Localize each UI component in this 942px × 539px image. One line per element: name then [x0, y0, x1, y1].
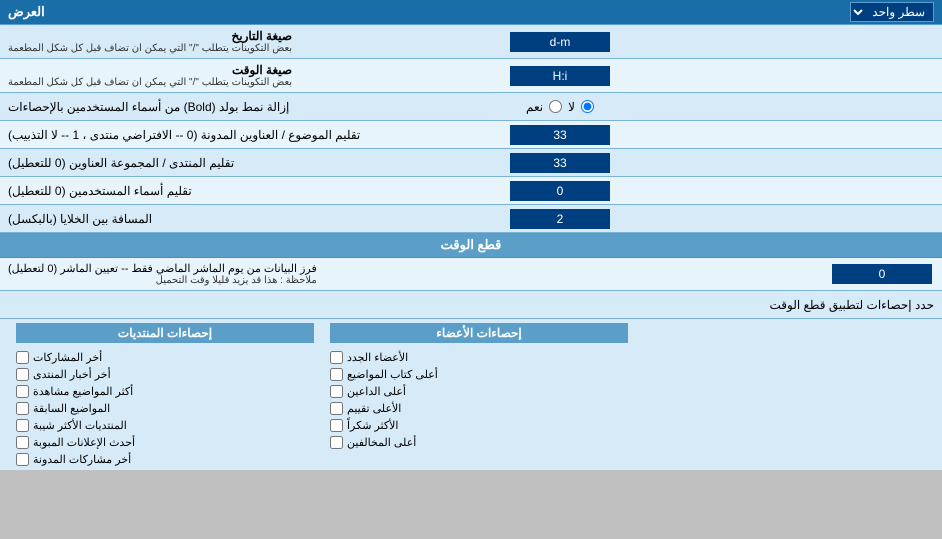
checkbox-latest-posts[interactable] [16, 351, 29, 364]
label-latest-classifieds: أحدث الإعلانات المبوبة [33, 436, 135, 449]
cut-time-input-cell [822, 258, 942, 290]
checkbox-item-0-3: المواضيع السابقة [16, 402, 314, 415]
checkbox-most-popular-forums[interactable] [16, 419, 29, 432]
checkbox-new-members[interactable] [330, 351, 343, 364]
label-top-topic-writers: أعلى كتاب المواضيع [347, 368, 438, 381]
header-title: العرض [8, 4, 45, 20]
label-prev-topics: المواضيع السابقة [33, 402, 110, 415]
checkbox-item-1-3: الأعلى تقييم [330, 402, 628, 415]
cut-time-label: فرز البيانات من يوم الماشر الماضي فقط --… [0, 258, 822, 290]
bold-remove-row: إزالة نمط بولد (Bold) من أسماء المستخدمي… [0, 93, 942, 121]
checkbox-item-0-6: أخر مشاركات المدونة [16, 453, 314, 466]
label-latest-blog-posts: أخر مشاركات المدونة [33, 453, 131, 466]
forum-title-trim-input[interactable] [510, 153, 610, 173]
checkbox-item-0-2: أكثر المواضيع مشاهدة [16, 385, 314, 398]
checkbox-top-inviters[interactable] [330, 385, 343, 398]
date-format-input[interactable] [510, 32, 610, 52]
checkbox-item-1-1: أعلى كتاب المواضيع [330, 368, 628, 381]
time-format-label: صيغة الوقت بعض التكوينات يتطلب "/" التي … [0, 59, 500, 92]
topic-title-trim-input-cell [500, 121, 620, 148]
header-row: العرض سطر واحدسطرينثلاثة أسطر [0, 0, 942, 25]
cell-spacing-input-cell [500, 205, 620, 232]
time-format-row: صيغة الوقت بعض التكوينات يتطلب "/" التي … [0, 59, 942, 93]
forum-title-trim-input-cell [500, 149, 620, 176]
date-format-input-cell [500, 25, 620, 58]
checkbox-most-thanked[interactable] [330, 419, 343, 432]
label-most-viewed: أكثر المواضيع مشاهدة [33, 385, 133, 398]
cut-time-input[interactable] [832, 264, 932, 284]
label-latest-news: أخر أخبار المنتدى [33, 368, 111, 381]
display-style-select[interactable]: سطر واحدسطرينثلاثة أسطر [850, 2, 934, 22]
checkbox-item-1-2: أعلى الداعين [330, 385, 628, 398]
checkbox-latest-news[interactable] [16, 368, 29, 381]
label-top-inviters: أعلى الداعين [347, 385, 406, 398]
checkbox-item-0-4: المنتديات الأكثر شيبة [16, 419, 314, 432]
username-trim-input-cell [500, 177, 620, 204]
label-most-popular-forums: المنتديات الأكثر شيبة [33, 419, 127, 432]
checkbox-latest-blog-posts[interactable] [16, 453, 29, 466]
bold-remove-input-cell: لا نعم [500, 93, 620, 120]
member-stats-col: إحصاءات الأعضاء الأعضاء الجدد أعلى كتاب … [322, 323, 636, 466]
time-format-input-cell [500, 59, 620, 92]
cell-spacing-input[interactable] [510, 209, 610, 229]
define-stats-label: حدد إحصاءات لتطبيق قطع الوقت [8, 298, 934, 312]
topic-title-trim-label: تقليم الموضوع / العناوين المدونة (0 -- ا… [0, 121, 500, 148]
cut-time-row: فرز البيانات من يوم الماشر الماضي فقط --… [0, 258, 942, 291]
define-stats-row: حدد إحصاءات لتطبيق قطع الوقت [0, 291, 942, 319]
bold-radio-yes[interactable] [549, 100, 562, 113]
define-stats-spacer [636, 323, 934, 466]
checkbox-item-1-4: الأكثر شكراً [330, 419, 628, 432]
username-trim-input[interactable] [510, 181, 610, 201]
main-container: العرض سطر واحدسطرينثلاثة أسطر صيغة التار… [0, 0, 942, 470]
label-most-thanked: الأكثر شكراً [347, 419, 398, 432]
bold-remove-label: إزالة نمط بولد (Bold) من أسماء المستخدمي… [0, 93, 500, 120]
forum-stats-header: إحصاءات المنتديات [16, 323, 314, 343]
checkbox-item-1-0: الأعضاء الجدد [330, 351, 628, 364]
checkbox-top-topic-writers[interactable] [330, 368, 343, 381]
username-trim-label: تقليم أسماء المستخدمين (0 للتعطيل) [0, 177, 500, 204]
cell-spacing-row: المسافة بين الخلايا (بالبكسل) [0, 205, 942, 233]
label-new-members: الأعضاء الجدد [347, 351, 408, 364]
member-stats-header: إحصاءات الأعضاء [330, 323, 628, 343]
topic-title-trim-input[interactable] [510, 125, 610, 145]
checkbox-item-0-0: أخر المشاركات [16, 351, 314, 364]
label-top-violators: أعلى المخالفين [347, 436, 416, 449]
forum-title-trim-label: تقليم المنتدى / المجموعة العناوين (0 للت… [0, 149, 500, 176]
cut-time-section-header: قطع الوقت [0, 233, 942, 258]
checkbox-item-0-1: أخر أخبار المنتدى [16, 368, 314, 381]
forum-stats-col: إحصاءات المنتديات أخر المشاركات أخر أخبا… [8, 323, 322, 466]
bold-radio-group: لا نعم [522, 98, 598, 116]
topic-title-trim-row: تقليم الموضوع / العناوين المدونة (0 -- ا… [0, 121, 942, 149]
checkbox-grid: إحصاءات المنتديات أخر المشاركات أخر أخبا… [0, 319, 942, 470]
checkbox-prev-topics[interactable] [16, 402, 29, 415]
bold-radio-yes-label: نعم [526, 100, 543, 114]
bold-radio-no[interactable] [581, 100, 594, 113]
label-latest-posts: أخر المشاركات [33, 351, 102, 364]
label-top-rated: الأعلى تقييم [347, 402, 401, 415]
time-format-input[interactable] [510, 66, 610, 86]
forum-title-trim-row: تقليم المنتدى / المجموعة العناوين (0 للت… [0, 149, 942, 177]
checkbox-top-violators[interactable] [330, 436, 343, 449]
username-trim-row: تقليم أسماء المستخدمين (0 للتعطيل) [0, 177, 942, 205]
checkbox-item-1-5: أعلى المخالفين [330, 436, 628, 449]
date-format-label: صيغة التاريخ بعض التكوينات يتطلب "/" الت… [0, 25, 500, 58]
checkbox-latest-classifieds[interactable] [16, 436, 29, 449]
checkbox-item-0-5: أحدث الإعلانات المبوبة [16, 436, 314, 449]
checkbox-top-rated[interactable] [330, 402, 343, 415]
date-format-row: صيغة التاريخ بعض التكوينات يتطلب "/" الت… [0, 25, 942, 59]
checkbox-most-viewed[interactable] [16, 385, 29, 398]
bold-radio-no-label: لا [568, 100, 575, 114]
cell-spacing-label: المسافة بين الخلايا (بالبكسل) [0, 205, 500, 232]
